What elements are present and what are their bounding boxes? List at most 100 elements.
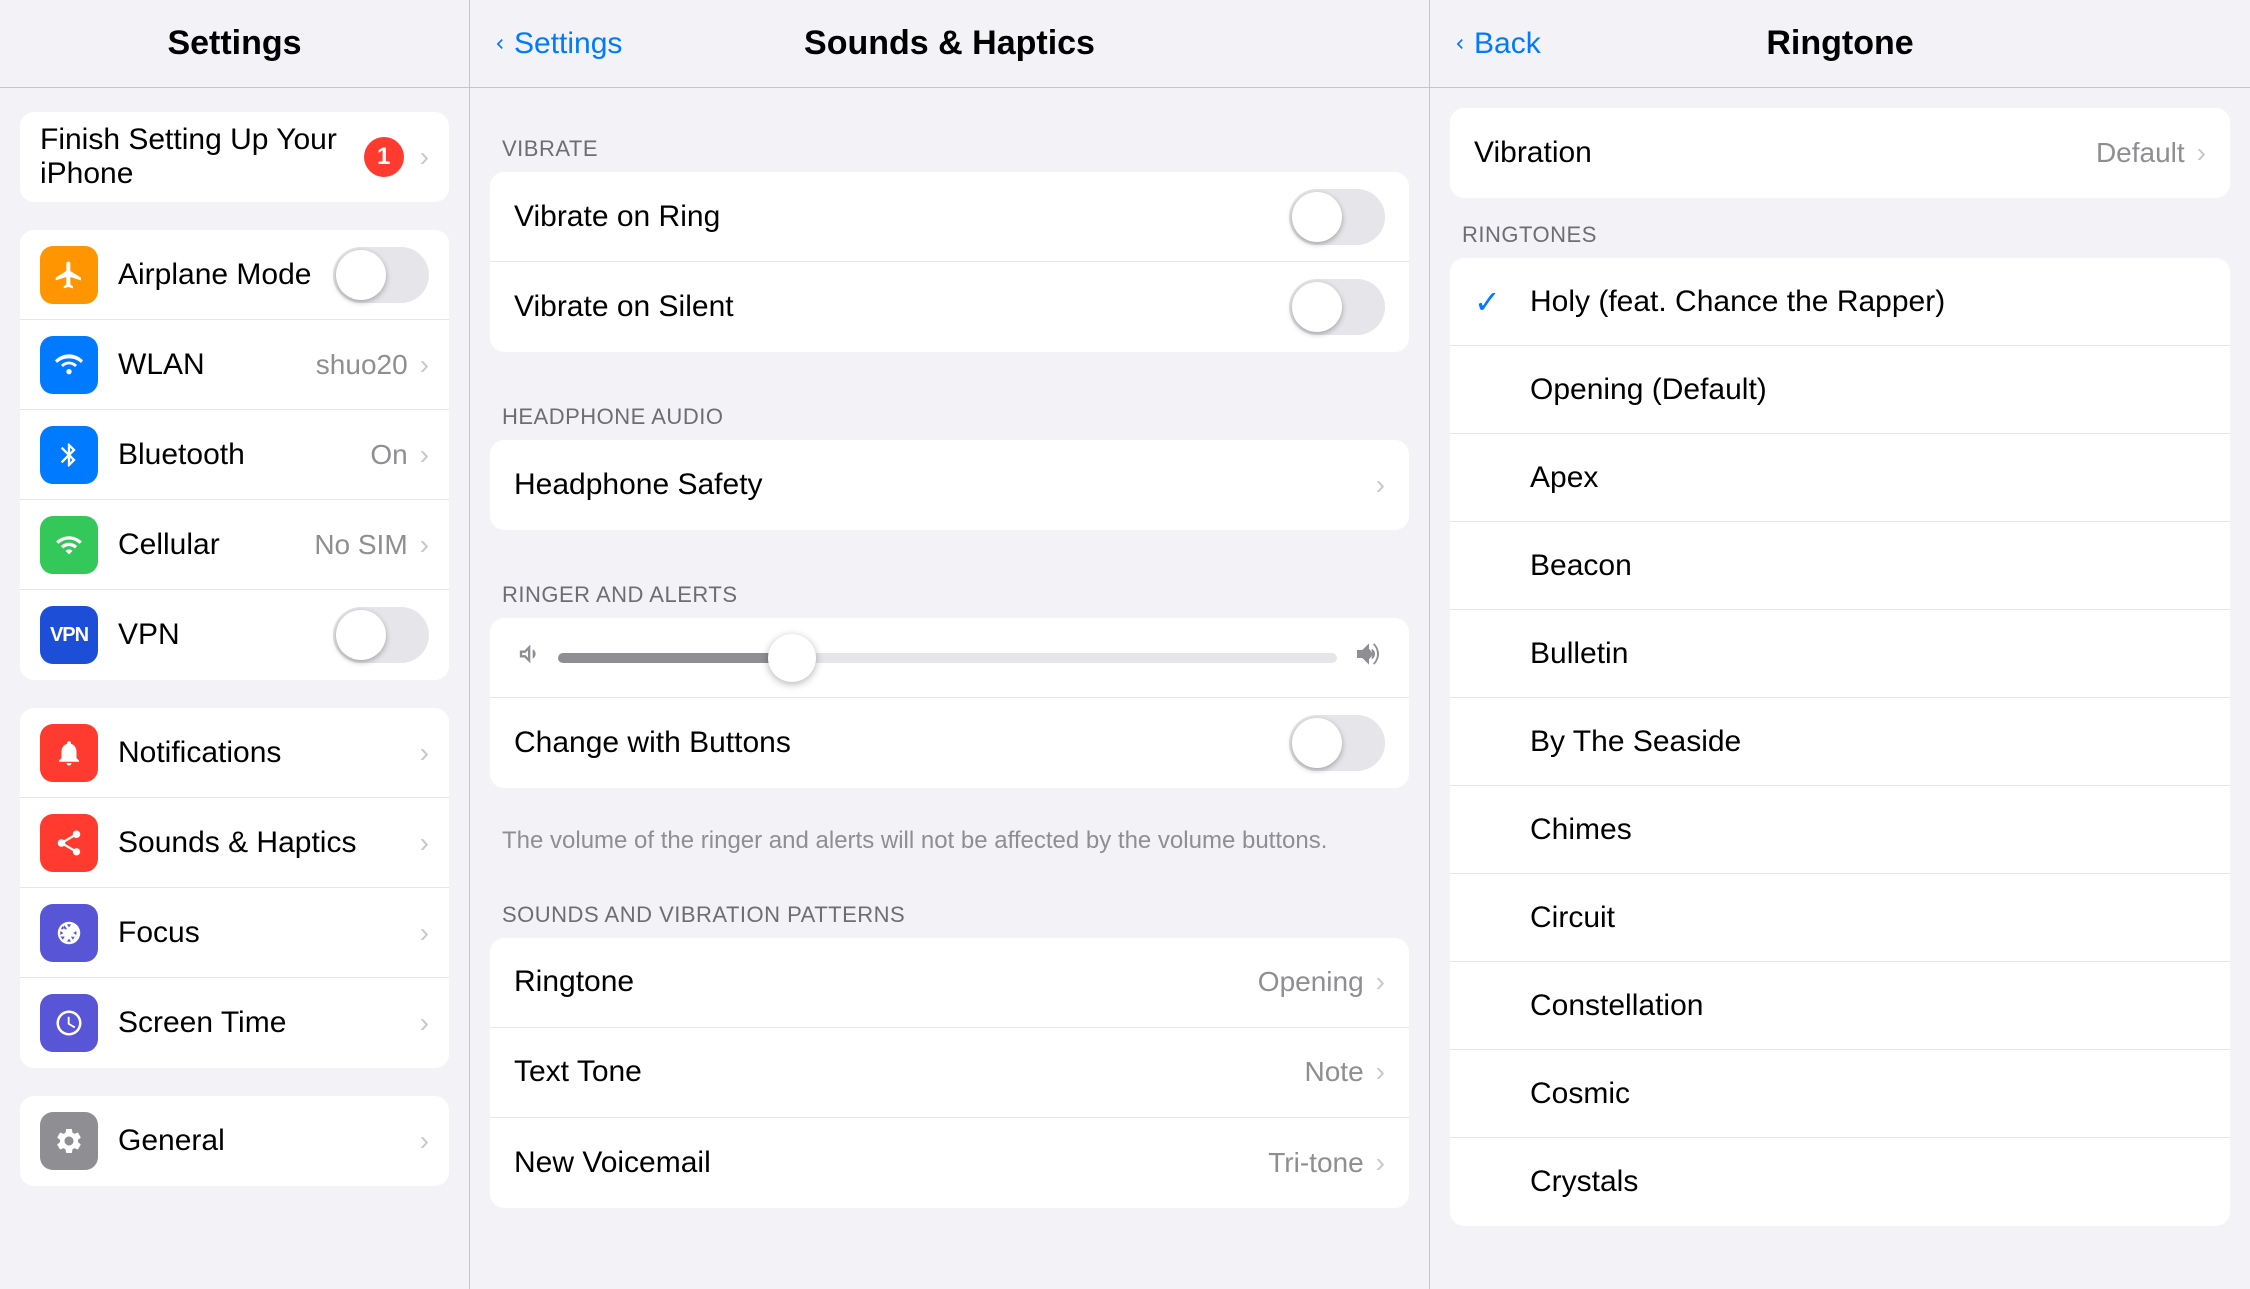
ringer-slider-thumb[interactable] [768, 634, 816, 682]
general-card: General › [20, 1096, 449, 1186]
vibration-chevron: › [2197, 137, 2206, 169]
ringer-slider-fill [558, 653, 792, 663]
change-buttons-toggle[interactable] [1289, 715, 1385, 771]
notifications-icon [40, 724, 98, 782]
airplane-icon [40, 246, 98, 304]
focus-chevron: › [420, 917, 429, 949]
vibrate-ring-thumb [1292, 192, 1342, 242]
change-buttons-label: Change with Buttons [514, 726, 1289, 760]
left-title: Settings [167, 24, 301, 63]
ringtone-holy[interactable]: ✓ Holy (feat. Chance the Rapper) [1450, 258, 2230, 346]
general-row[interactable]: General › [20, 1096, 449, 1186]
left-scroll: Finish Setting Up Your iPhone 1 › Airpla… [0, 88, 469, 1289]
right-panel: Back Ringtone Vibration Default › RINGTO… [1430, 0, 2250, 1289]
cellular-row[interactable]: Cellular No SIM › [20, 500, 449, 590]
chimes-name: Chimes [1530, 813, 1632, 847]
middle-back-button[interactable]: Settings [490, 27, 622, 61]
right-nav-bar: Back Ringtone [1430, 0, 2250, 88]
bulletin-name: Bulletin [1530, 637, 1628, 671]
network-card: Airplane Mode WLAN shuo20 › [20, 230, 449, 680]
cosmic-name: Cosmic [1530, 1077, 1630, 1111]
airplane-row[interactable]: Airplane Mode [20, 230, 449, 320]
vibrate-silent-row[interactable]: Vibrate on Silent [490, 262, 1409, 352]
app-group: Notifications › Sounds & Haptics › Focus… [0, 708, 469, 1068]
bluetooth-row[interactable]: Bluetooth On › [20, 410, 449, 500]
ringtone-by-the-seaside[interactable]: ✓ By The Seaside [1450, 698, 2230, 786]
right-back-label: Back [1474, 27, 1541, 61]
ringtone-chevron: › [1376, 966, 1385, 998]
ringtone-list: ✓ Holy (feat. Chance the Rapper) ✓ Openi… [1450, 258, 2230, 1226]
apex-name: Apex [1530, 461, 1598, 495]
wlan-icon [40, 336, 98, 394]
vpn-toggle[interactable] [333, 607, 429, 663]
vibrate-silent-toggle[interactable] [1289, 279, 1385, 335]
sounds-label: Sounds & Haptics [118, 826, 416, 860]
general-icon [40, 1112, 98, 1170]
headphone-card: Headphone Safety › [490, 440, 1409, 530]
cellular-label: Cellular [118, 528, 314, 562]
focus-icon [40, 904, 98, 962]
ringtone-constellation[interactable]: ✓ Constellation [1450, 962, 2230, 1050]
ringtone-beacon[interactable]: ✓ Beacon [1450, 522, 2230, 610]
sounds-row[interactable]: Sounds & Haptics › [20, 798, 449, 888]
change-buttons-row[interactable]: Change with Buttons [490, 698, 1409, 788]
holy-check-icon: ✓ [1474, 283, 1518, 321]
middle-scroll: VIBRATE Vibrate on Ring Vibrate on Silen… [470, 88, 1429, 1289]
text-tone-row[interactable]: Text Tone Note › [490, 1028, 1409, 1118]
volume-low-icon [514, 640, 542, 675]
screen-time-row[interactable]: Screen Time › [20, 978, 449, 1068]
vibration-row[interactable]: Vibration Default › [1450, 108, 2230, 198]
ringtone-crystals[interactable]: ✓ Crystals [1450, 1138, 2230, 1226]
ringtone-row[interactable]: Ringtone Opening › [490, 938, 1409, 1028]
ringtone-cosmic[interactable]: ✓ Cosmic [1450, 1050, 2230, 1138]
vibrate-ring-toggle[interactable] [1289, 189, 1385, 245]
left-nav-bar: Settings [0, 0, 469, 88]
general-group: General › [0, 1096, 469, 1186]
app-card: Notifications › Sounds & Haptics › Focus… [20, 708, 449, 1068]
bluetooth-chevron: › [420, 439, 429, 471]
notifications-row[interactable]: Notifications › [20, 708, 449, 798]
general-chevron: › [420, 1125, 429, 1157]
notifications-label: Notifications [118, 736, 416, 770]
helper-text: The volume of the ringer and alerts will… [470, 816, 1429, 878]
vibrate-ring-row[interactable]: Vibrate on Ring [490, 172, 1409, 262]
cellular-icon [40, 516, 98, 574]
network-group: Airplane Mode WLAN shuo20 › [0, 230, 469, 680]
ringtone-apex[interactable]: ✓ Apex [1450, 434, 2230, 522]
vpn-thumb [336, 610, 386, 660]
screen-time-label: Screen Time [118, 1006, 416, 1040]
voicemail-row[interactable]: New Voicemail Tri-tone › [490, 1118, 1409, 1208]
right-scroll: Vibration Default › RINGTONES ✓ Holy (fe… [1430, 88, 2250, 1289]
ringer-slider-track[interactable] [558, 653, 1337, 663]
vibrate-card: Vibrate on Ring Vibrate on Silent [490, 172, 1409, 352]
setup-label: Finish Setting Up Your iPhone [40, 123, 364, 191]
volume-high-icon [1353, 638, 1385, 677]
text-tone-value: Note [1305, 1056, 1364, 1088]
sounds-icon [40, 814, 98, 872]
headphone-safety-row[interactable]: Headphone Safety › [490, 440, 1409, 530]
text-tone-chevron: › [1376, 1056, 1385, 1088]
ringtone-opening[interactable]: ✓ Opening (Default) [1450, 346, 2230, 434]
voicemail-chevron: › [1376, 1147, 1385, 1179]
right-back-button[interactable]: Back [1450, 27, 1541, 61]
focus-row[interactable]: Focus › [20, 888, 449, 978]
text-tone-label: Text Tone [514, 1055, 1305, 1089]
ringtone-chimes[interactable]: ✓ Chimes [1450, 786, 2230, 874]
cellular-chevron: › [420, 529, 429, 561]
bluetooth-icon [40, 426, 98, 484]
ringtone-circuit[interactable]: ✓ Circuit [1450, 874, 2230, 962]
vibrate-ring-label: Vibrate on Ring [514, 200, 1289, 234]
right-title: Ringtone [1766, 24, 1913, 63]
ringer-card: Change with Buttons [490, 618, 1409, 788]
airplane-toggle[interactable] [333, 247, 429, 303]
wlan-row[interactable]: WLAN shuo20 › [20, 320, 449, 410]
circuit-name: Circuit [1530, 901, 1615, 935]
crystals-name: Crystals [1530, 1165, 1638, 1199]
patterns-header: SOUNDS AND VIBRATION PATTERNS [470, 878, 1429, 938]
vpn-row[interactable]: VPN VPN [20, 590, 449, 680]
opening-name: Opening (Default) [1530, 373, 1767, 407]
setup-banner-row[interactable]: Finish Setting Up Your iPhone 1 › [20, 112, 449, 202]
ringtone-bulletin[interactable]: ✓ Bulletin [1450, 610, 2230, 698]
change-buttons-thumb [1292, 718, 1342, 768]
middle-title: Sounds & Haptics [804, 24, 1095, 63]
